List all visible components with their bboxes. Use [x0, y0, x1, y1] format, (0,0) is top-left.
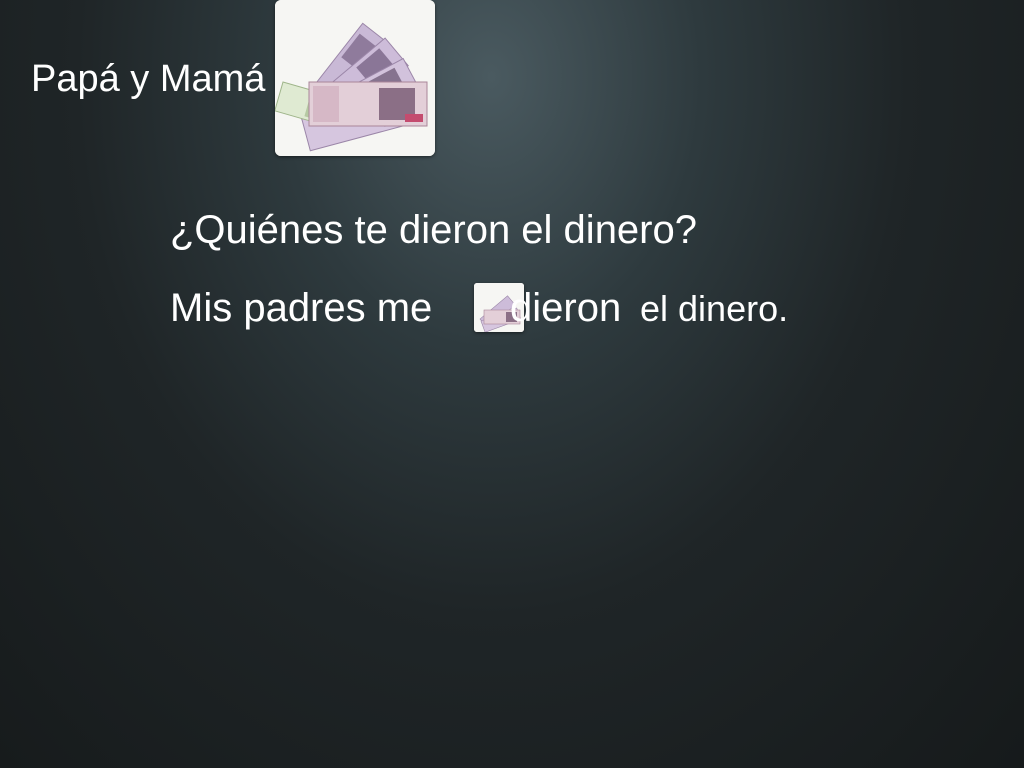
banknotes-icon	[275, 0, 435, 156]
answer-prefix-text: Mis padres me	[170, 286, 433, 330]
slide: Papá y Mamá ¿Quiénes te dieron el dinero…	[0, 0, 1024, 768]
question-text: ¿Quiénes te dieron el dinero?	[170, 208, 697, 252]
parents-label: Papá y Mamá	[31, 58, 266, 100]
answer-suffix-text: el dinero.	[640, 288, 789, 329]
answer-verb-text: dieron	[510, 286, 622, 330]
